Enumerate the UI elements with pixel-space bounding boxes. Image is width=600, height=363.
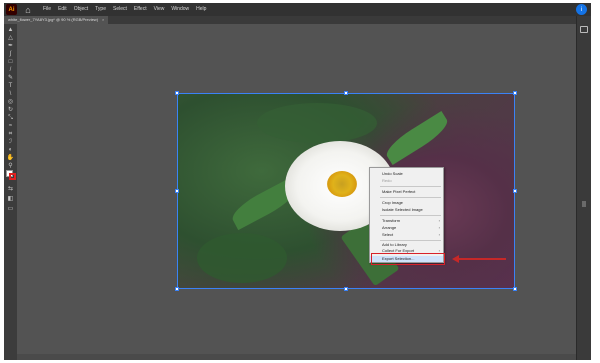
- rotate-tool-icon[interactable]: ↻: [6, 107, 15, 113]
- screen-mode-icon[interactable]: ▭: [6, 206, 15, 212]
- line-tool-icon[interactable]: \: [6, 91, 15, 97]
- fill-stroke-swatches[interactable]: [6, 170, 16, 180]
- home-icon[interactable]: ⌂: [23, 5, 33, 15]
- curvature-tool-icon[interactable]: ∫: [6, 51, 15, 57]
- close-tab-icon[interactable]: ×: [102, 16, 104, 24]
- menu-help[interactable]: Help: [196, 3, 206, 16]
- ctx-transform[interactable]: Transform ›: [370, 218, 443, 224]
- submenu-arrow-icon: ›: [438, 225, 440, 230]
- vertical-scrollbar[interactable]: [582, 201, 586, 207]
- annotation-highlight-box: [371, 253, 445, 265]
- resize-handle-left[interactable]: [175, 189, 179, 193]
- submenu-arrow-icon: ›: [438, 232, 440, 237]
- ctx-redo: Redo: [382, 178, 392, 183]
- zoom-tool-icon[interactable]: ⚲: [6, 163, 15, 169]
- resize-handle-top-left[interactable]: [175, 91, 179, 95]
- resize-handle-top[interactable]: [344, 91, 348, 95]
- menu-edit[interactable]: Edit: [58, 3, 67, 16]
- comments-icon[interactable]: [580, 26, 588, 33]
- menu-separator: [380, 197, 441, 198]
- ctx-select[interactable]: Select ›: [370, 232, 443, 238]
- tools-panel: ▲ △ ✒ ∫ □ / ✎ T \ ◎ ↻ ⤡ ≈ ⌗ ℐ ◐ ✋ ⚲ ⇆ ◧ …: [4, 24, 17, 360]
- annotation-arrow-head-icon: [452, 255, 459, 263]
- right-panel-strip: [576, 16, 591, 360]
- resize-handle-top-right[interactable]: [513, 91, 517, 95]
- width-tool-icon[interactable]: ≈: [6, 123, 15, 129]
- menu-object[interactable]: Object: [74, 3, 88, 16]
- resize-handle-bottom-right[interactable]: [513, 287, 517, 291]
- ctx-crop-image[interactable]: Crop Image: [370, 200, 443, 206]
- menu-type[interactable]: Type: [95, 3, 106, 16]
- ctx-undo-scale[interactable]: Undo Scale: [370, 171, 443, 177]
- hand-tool-icon[interactable]: ✋: [6, 155, 15, 161]
- free-transform-icon[interactable]: ⌗: [6, 131, 15, 137]
- paintbrush-tool-icon[interactable]: /: [6, 67, 15, 73]
- ctx-transform-label: Transform: [382, 218, 401, 223]
- document-tab-title: white_flower_7YA8Y3.jpg* @ 90 % (RGB/Pre…: [8, 17, 99, 22]
- eyedropper-tool-icon[interactable]: ℐ: [6, 139, 15, 145]
- ctx-arrange[interactable]: Arrange ›: [370, 225, 443, 231]
- ctx-isolate-selected-image[interactable]: Isolate Selected Image: [370, 207, 443, 213]
- ctx-make-pixel-perfect[interactable]: Make Pixel Perfect: [370, 189, 443, 195]
- horizontal-scrollbar[interactable]: [17, 354, 576, 360]
- shape-builder-icon[interactable]: ◎: [6, 99, 15, 105]
- submenu-arrow-icon: ›: [438, 218, 440, 223]
- type-tool-icon[interactable]: T: [6, 83, 15, 89]
- stroke-swatch[interactable]: [9, 173, 16, 180]
- blend-tool-icon[interactable]: ◐: [6, 147, 15, 153]
- document-tab[interactable]: white_flower_7YA8Y3.jpg* @ 90 % (RGB/Pre…: [4, 16, 109, 24]
- ctx-arrange-label: Arrange: [382, 225, 397, 230]
- menu-file[interactable]: File: [43, 3, 51, 16]
- resize-handle-right[interactable]: [513, 189, 517, 193]
- swap-colors-icon[interactable]: ⇆: [6, 186, 15, 192]
- resize-handle-bottom[interactable]: [344, 287, 348, 291]
- annotation-arrow: [458, 258, 506, 260]
- selection-tool-icon[interactable]: ▲: [6, 27, 15, 33]
- menu-window[interactable]: Window: [171, 3, 189, 16]
- rectangle-tool-icon[interactable]: □: [6, 59, 15, 65]
- resize-handle-bottom-left[interactable]: [175, 287, 179, 291]
- pencil-tool-icon[interactable]: ✎: [6, 75, 15, 81]
- document-tab-bar: white_flower_7YA8Y3.jpg* @ 90 % (RGB/Pre…: [4, 16, 591, 24]
- app-logo: Ai: [6, 4, 17, 15]
- ctx-select-label: Select: [382, 232, 394, 237]
- menu-items: File Edit Object Type Select Effect View…: [43, 3, 206, 16]
- draw-mode-icon[interactable]: ◧: [6, 196, 15, 202]
- direct-selection-tool-icon[interactable]: △: [6, 35, 15, 41]
- menu-separator: [380, 240, 441, 241]
- menu-separator: [380, 215, 441, 216]
- menu-select[interactable]: Select: [113, 3, 127, 16]
- menu-view[interactable]: View: [154, 3, 165, 16]
- menu-separator: [380, 186, 441, 187]
- context-menu: Undo Scale Redo Make Pixel Perfect Crop …: [369, 167, 444, 263]
- menu-bar: Ai ⌂ File Edit Object Type Select Effect…: [4, 3, 591, 16]
- pen-tool-icon[interactable]: ✒: [6, 43, 15, 49]
- scale-tool-icon[interactable]: ⤡: [6, 115, 15, 121]
- user-account-icon[interactable]: i: [576, 4, 587, 15]
- menu-effect[interactable]: Effect: [134, 3, 147, 16]
